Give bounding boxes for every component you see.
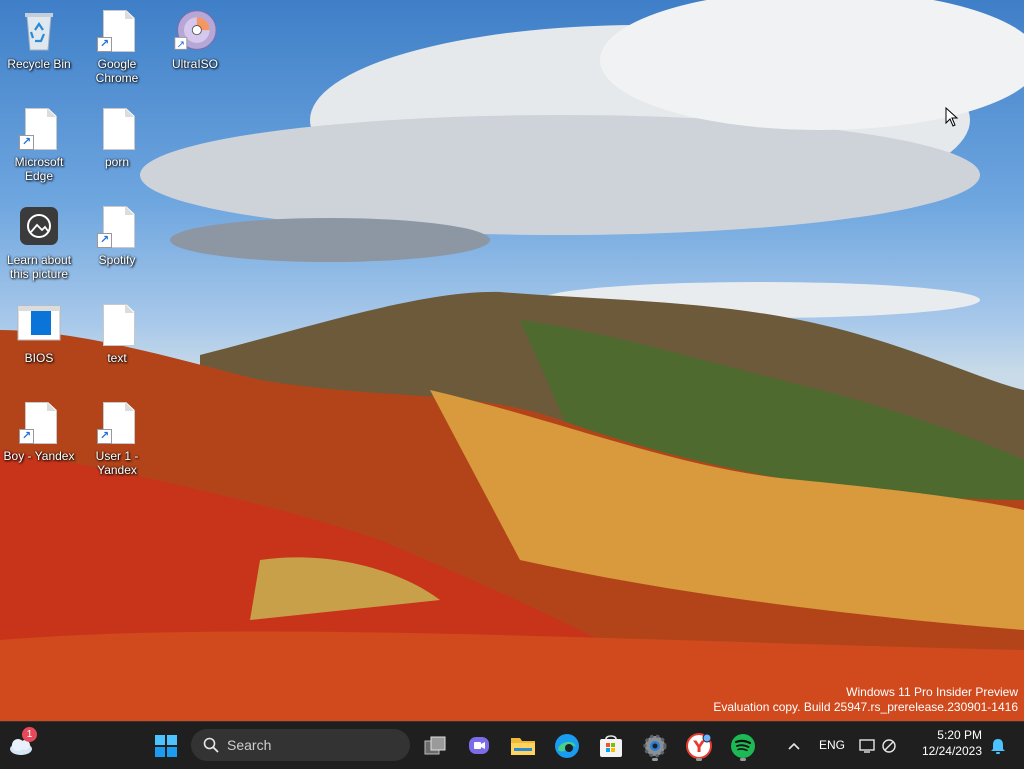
evaluation-watermark: Windows 11 Pro Insider Preview Evaluatio… (713, 685, 1018, 714)
folder-icon (511, 738, 535, 755)
desktop-icon-text[interactable]: text (78, 302, 156, 365)
task-view-icon (424, 736, 446, 755)
bell-icon (991, 739, 1005, 754)
store-icon (600, 735, 622, 757)
weather-badge: 1 (22, 727, 37, 742)
volume-muted-icon (882, 739, 896, 753)
clock-time: 5:20 PM (937, 728, 982, 742)
desktop-icon-spotify[interactable]: ↗ Spotify (78, 204, 156, 267)
clock-date: 12/24/2023 (921, 744, 982, 758)
search-box[interactable]: Search (191, 729, 410, 761)
file-shortcut-icon: ↗ (17, 400, 61, 446)
start-button[interactable] (150, 730, 182, 762)
taskbar-yandex-browser[interactable]: Y (683, 730, 715, 762)
file-shortcut-icon: ↗ (17, 106, 61, 152)
language-indicator[interactable]: ENG (819, 738, 845, 752)
running-indicator (696, 758, 702, 761)
weather-widget-button[interactable]: 1 (6, 727, 38, 762)
desktop-icon-recycle-bin[interactable]: Recycle Bin (0, 8, 78, 71)
taskbar-spotify[interactable] (727, 730, 759, 762)
desktop-icon-learn-about-picture[interactable]: Learn about this picture (0, 204, 78, 281)
taskbar-store[interactable] (595, 730, 627, 762)
gear-icon (643, 734, 667, 758)
yandex-browser-icon: Y (686, 733, 712, 759)
search-placeholder: Search (227, 737, 272, 753)
show-hidden-icons-button[interactable] (778, 730, 810, 762)
running-indicator (652, 758, 658, 761)
taskbar-edge[interactable] (551, 730, 583, 762)
running-indicator (740, 758, 746, 761)
taskbar-teams-chat[interactable] (463, 730, 495, 762)
taskbar-task-view[interactable] (419, 730, 451, 762)
file-shortcut-icon: ↗ (95, 8, 139, 54)
file-shortcut-icon: ↗ (95, 400, 139, 446)
recycle-bin-icon (17, 8, 61, 54)
desktop[interactable]: Recycle Bin ↗ Microsoft Edge Learn about… (0, 0, 1024, 721)
network-volume-button[interactable] (858, 730, 898, 762)
file-icon (95, 106, 139, 152)
taskbar-settings[interactable] (639, 730, 671, 762)
teams-chat-icon (469, 737, 489, 754)
desktop-icon-user1-yandex[interactable]: ↗ User 1 - Yandex (78, 400, 156, 477)
notifications-button[interactable] (982, 730, 1014, 762)
chevron-up-icon (788, 742, 800, 750)
file-shortcut-icon: ↗ (95, 204, 139, 250)
clock[interactable]: 5:20 PM 12/24/2023 (912, 728, 982, 758)
desktop-icon-bios[interactable]: BIOS (0, 302, 78, 365)
taskbar: 1 Search Y ENG 5:20 PM 12/24/2023 (0, 721, 1024, 769)
desktop-icon-ultraiso[interactable]: ↗ UltraISO (156, 8, 234, 71)
edge-browser-icon (555, 734, 579, 758)
taskbar-file-explorer[interactable] (507, 730, 539, 762)
svg-text:↗: ↗ (177, 40, 185, 51)
desktop-icon-porn[interactable]: porn (78, 106, 156, 169)
bios-window-icon (17, 302, 61, 348)
file-icon (95, 302, 139, 348)
desktop-icon-boy-yandex[interactable]: ↗ Boy - Yandex (0, 400, 78, 463)
disc-icon: ↗ (173, 8, 217, 54)
mouse-cursor (945, 107, 959, 127)
windows-logo-icon (155, 735, 177, 757)
network-icon (859, 739, 875, 753)
search-icon (203, 737, 219, 753)
desktop-icon-microsoft-edge[interactable]: ↗ Microsoft Edge (0, 106, 78, 183)
desktop-icon-google-chrome[interactable]: ↗ Google Chrome (78, 8, 156, 85)
camera-icon (17, 204, 61, 250)
spotify-icon (731, 734, 755, 758)
